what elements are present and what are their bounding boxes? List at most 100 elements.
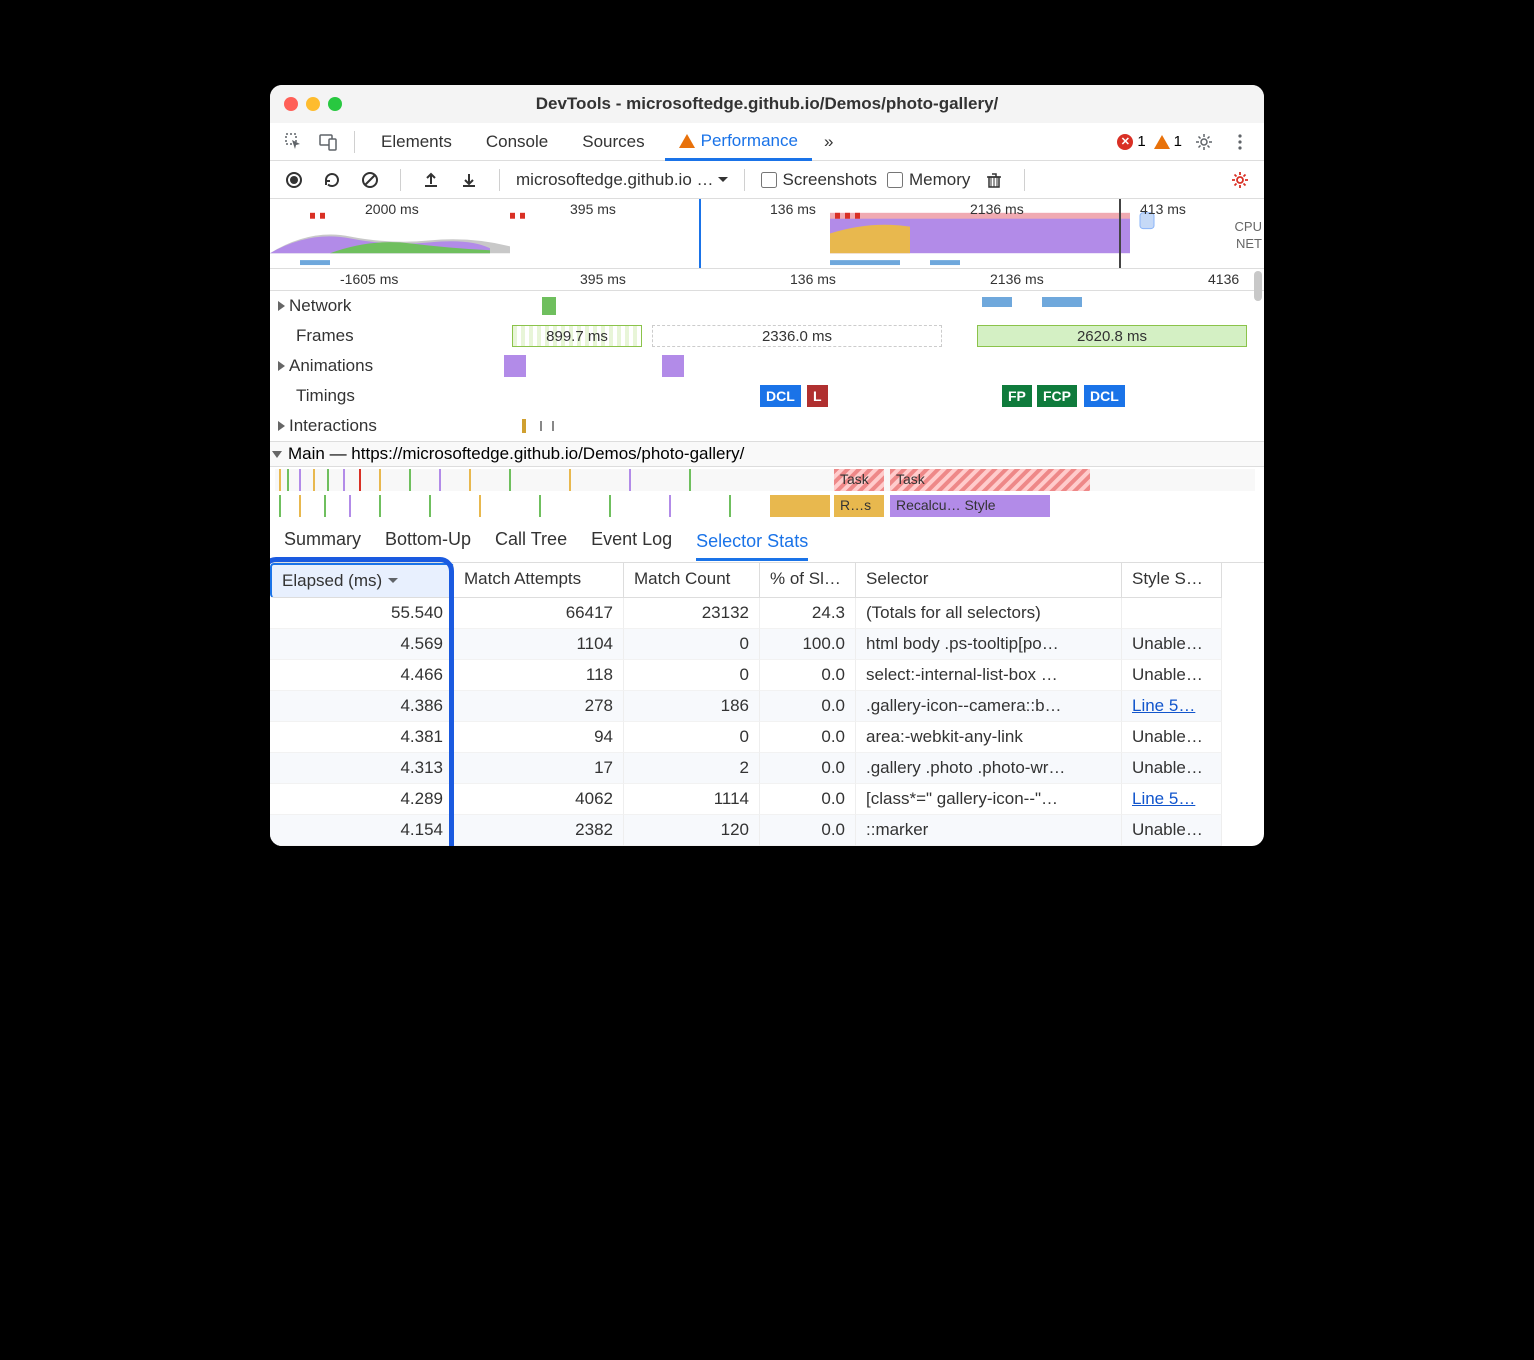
timings-label: Timings: [296, 386, 355, 406]
chevron-right-icon[interactable]: [278, 361, 285, 371]
track-animations[interactable]: Animations: [270, 351, 1264, 381]
tab-more[interactable]: »: [818, 123, 839, 161]
settings-icon[interactable]: [1190, 128, 1218, 156]
chevron-down-icon[interactable]: [272, 451, 282, 458]
clear-button[interactable]: [356, 166, 384, 194]
track-interactions[interactable]: Interactions: [270, 411, 1264, 441]
devtools-tabs: Elements Console Sources Performance » ✕…: [270, 123, 1264, 161]
subtab-bottom-up[interactable]: Bottom-Up: [385, 529, 471, 556]
col-style-sheet[interactable]: Style S…: [1122, 563, 1222, 598]
record-button[interactable]: [280, 166, 308, 194]
cell-count: 0: [624, 629, 760, 660]
ruler-1: 395 ms: [580, 271, 626, 287]
cell-selector: .gallery .photo .photo-wr…: [856, 753, 1122, 784]
marker-fp: FP: [1002, 385, 1032, 407]
kebab-menu-icon[interactable]: [1226, 128, 1254, 156]
cell-pct: 0.0: [760, 691, 856, 722]
interactions-label: Interactions: [289, 416, 377, 436]
cell-count: 0: [624, 722, 760, 753]
tab-sources[interactable]: Sources: [568, 123, 658, 161]
cell-attempts: 17: [454, 753, 624, 784]
main-thread-header[interactable]: Main — https://microsoftedge.github.io/D…: [270, 441, 1264, 467]
cell-sheet[interactable]: Line 5…: [1122, 784, 1222, 815]
cell-elapsed: 4.466: [270, 660, 454, 691]
flame-task-2: Task: [892, 469, 1082, 491]
memory-checkbox[interactable]: Memory: [887, 170, 970, 190]
gc-button[interactable]: [980, 166, 1008, 194]
cell-sheet: Unable…: [1122, 753, 1222, 784]
cell-count: 120: [624, 815, 760, 846]
cell-sheet: Unable…: [1122, 815, 1222, 846]
cell-elapsed: 4.569: [270, 629, 454, 660]
cell-attempts: 94: [454, 722, 624, 753]
warning-count[interactable]: 1: [1154, 133, 1182, 150]
track-network[interactable]: Network: [270, 291, 1264, 321]
cell-pct: 100.0: [760, 629, 856, 660]
cell-sheet: [1122, 598, 1222, 629]
cell-elapsed: 4.154: [270, 815, 454, 846]
track-timings[interactable]: Timings DCL L FP FCP DCL LCP L: [270, 381, 1264, 411]
tab-elements[interactable]: Elements: [367, 123, 466, 161]
cell-elapsed: 4.313: [270, 753, 454, 784]
col-match-count[interactable]: Match Count: [624, 563, 760, 598]
capture-settings-icon[interactable]: [1226, 166, 1254, 194]
cpu-label: CPU: [1235, 219, 1262, 234]
device-toggle-icon[interactable]: [314, 128, 342, 156]
network-label: Network: [289, 296, 351, 316]
overview-time-0: 2000 ms: [365, 201, 419, 217]
tab-performance[interactable]: Performance: [665, 123, 812, 161]
subtab-event-log[interactable]: Event Log: [591, 529, 672, 556]
col-match-attempts[interactable]: Match Attempts: [454, 563, 624, 598]
warning-icon: [679, 134, 695, 148]
subtab-call-tree[interactable]: Call Tree: [495, 529, 567, 556]
cell-attempts: 118: [454, 660, 624, 691]
sub-tabs: Summary Bottom-Up Call Tree Event Log Se…: [270, 521, 1264, 563]
overview-timeline[interactable]: 2000 ms 395 ms 136 ms 2136 ms 413 ms: [270, 199, 1264, 269]
frame-b: 2336.0 ms: [652, 325, 942, 347]
screenshots-input[interactable]: [761, 172, 777, 188]
reload-record-button[interactable]: [318, 166, 346, 194]
page-select[interactable]: microsoftedge.github.io …: [516, 170, 728, 190]
cell-sheet[interactable]: Line 5…: [1122, 691, 1222, 722]
cell-selector: .gallery-icon--camera::b…: [856, 691, 1122, 722]
chevron-right-icon[interactable]: [278, 301, 285, 311]
main-header-label: Main — https://microsoftedge.github.io/D…: [288, 444, 744, 464]
cell-selector: [class*=" gallery-icon--"…: [856, 784, 1122, 815]
inspect-icon[interactable]: [280, 128, 308, 156]
memory-input[interactable]: [887, 172, 903, 188]
ruler-2: 136 ms: [790, 271, 836, 287]
subtab-summary[interactable]: Summary: [284, 529, 361, 556]
cell-count: 2: [624, 753, 760, 784]
download-button[interactable]: [455, 166, 483, 194]
cell-selector: ::marker: [856, 815, 1122, 846]
upload-button[interactable]: [417, 166, 445, 194]
cell-sheet: Unable…: [1122, 722, 1222, 753]
animations-label: Animations: [289, 356, 373, 376]
frames-label: Frames: [296, 326, 354, 346]
cell-count: 1114: [624, 784, 760, 815]
cell-pct: 0.0: [760, 660, 856, 691]
error-count[interactable]: ✕ 1: [1117, 133, 1145, 150]
cell-elapsed: 4.289: [270, 784, 454, 815]
cell-attempts: 66417: [454, 598, 624, 629]
tab-console[interactable]: Console: [472, 123, 562, 161]
marker-fcp: FCP: [1037, 385, 1077, 407]
tracks: Network Frames 899.7 ms 2336.0 ms 2620.8…: [270, 291, 1264, 521]
subtab-selector-stats[interactable]: Selector Stats: [696, 531, 808, 561]
screenshots-checkbox[interactable]: Screenshots: [761, 170, 878, 190]
chevron-right-icon[interactable]: [278, 421, 285, 431]
cell-pct: 0.0: [760, 753, 856, 784]
flame-rs: R…s: [836, 495, 880, 517]
flame-chart[interactable]: Task Task R…s Recalcu… Style: [270, 467, 1264, 521]
track-frames[interactable]: Frames 899.7 ms 2336.0 ms 2620.8 ms: [270, 321, 1264, 351]
time-ruler[interactable]: -1605 ms 395 ms 136 ms 2136 ms 4136: [270, 269, 1264, 291]
cell-attempts: 2382: [454, 815, 624, 846]
cell-pct: 0.0: [760, 722, 856, 753]
devtools-window: DevTools - microsoftedge.github.io/Demos…: [270, 85, 1264, 846]
col-elapsed[interactable]: Elapsed (ms): [270, 563, 454, 598]
cell-sheet: Unable…: [1122, 629, 1222, 660]
dropdown-icon: [718, 175, 728, 185]
col-pct-slow[interactable]: % of Sl…: [760, 563, 856, 598]
flame-recalc: Recalcu… Style: [892, 495, 1048, 517]
col-selector[interactable]: Selector: [856, 563, 1122, 598]
